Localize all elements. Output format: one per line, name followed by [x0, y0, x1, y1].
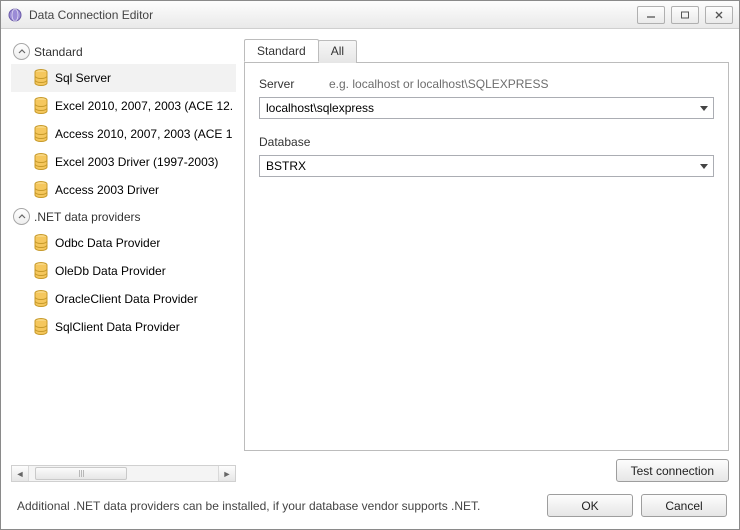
provider-tree-pane: Standard Sql Server Excel 2010, 2007, 20… — [11, 39, 236, 482]
database-input[interactable] — [260, 156, 695, 176]
test-connection-row: Test connection — [244, 459, 729, 482]
database-label-row: Database — [259, 135, 714, 149]
minimize-icon — [646, 11, 656, 19]
group-header-standard[interactable]: Standard — [11, 39, 236, 64]
cancel-button[interactable]: Cancel — [641, 494, 727, 517]
tree-item-label: OleDb Data Provider — [55, 264, 166, 278]
tree-item-sql-server[interactable]: Sql Server — [11, 64, 236, 92]
server-hint: e.g. localhost or localhost\SQLEXPRESS — [329, 77, 548, 91]
tree-item-access-2003[interactable]: Access 2003 Driver — [11, 176, 236, 204]
footer-buttons: OK Cancel — [547, 494, 727, 517]
database-dropdown-arrow[interactable] — [695, 156, 713, 176]
tree-item-oledb[interactable]: OleDb Data Provider — [11, 257, 236, 285]
button-label: Test connection — [631, 464, 714, 478]
dialog-window: Data Connection Editor — [0, 0, 740, 530]
close-button[interactable] — [705, 6, 733, 24]
tree-item-oracleclient[interactable]: OracleClient Data Provider — [11, 285, 236, 313]
maximize-icon — [680, 11, 690, 19]
tree-item-label: Odbc Data Provider — [55, 236, 160, 250]
collapse-icon[interactable] — [13, 208, 30, 225]
tree-item-label: Access 2010, 2007, 2003 (ACE 12.0 Driver… — [55, 127, 232, 141]
server-combo[interactable] — [259, 97, 714, 119]
tree-item-label: OracleClient Data Provider — [55, 292, 198, 306]
tree-item-excel-2003[interactable]: Excel 2003 Driver (1997-2003) — [11, 148, 236, 176]
scroll-right-arrow-icon[interactable]: ► — [218, 466, 235, 481]
close-icon — [714, 11, 724, 19]
group-label: .NET data providers — [34, 210, 141, 224]
database-label: Database — [259, 135, 319, 149]
title-bar: Data Connection Editor — [1, 1, 739, 29]
tab-standard[interactable]: Standard — [244, 39, 319, 62]
maximize-button[interactable] — [671, 6, 699, 24]
database-icon — [33, 181, 49, 199]
scroll-thumb[interactable] — [35, 467, 127, 480]
server-input[interactable] — [260, 98, 695, 118]
tab-label: Standard — [257, 44, 306, 58]
database-icon — [33, 290, 49, 308]
body-row: Standard Sql Server Excel 2010, 2007, 20… — [11, 39, 729, 482]
dialog-footer: Additional .NET data providers can be in… — [11, 490, 729, 519]
window-title: Data Connection Editor — [29, 8, 637, 22]
tree-item-label: SqlClient Data Provider — [55, 320, 180, 334]
collapse-icon[interactable] — [13, 43, 30, 60]
tree-item-label: Excel 2010, 2007, 2003 (ACE 12.0 Driver) — [55, 99, 232, 113]
server-label: Server — [259, 77, 319, 91]
database-icon — [33, 262, 49, 280]
database-icon — [33, 125, 49, 143]
database-icon — [33, 318, 49, 336]
button-label: OK — [581, 499, 598, 513]
database-icon — [33, 153, 49, 171]
window-buttons — [637, 6, 733, 24]
database-icon — [33, 69, 49, 87]
tree-item-excel-ace[interactable]: Excel 2010, 2007, 2003 (ACE 12.0 Driver) — [11, 92, 236, 120]
client-area: Standard Sql Server Excel 2010, 2007, 20… — [1, 29, 739, 529]
tab-panel-standard: Server e.g. localhost or localhost\SQLEX… — [244, 63, 729, 451]
group-header-net-providers[interactable]: .NET data providers — [11, 204, 236, 229]
tree-item-sqlclient[interactable]: SqlClient Data Provider — [11, 313, 236, 341]
connection-form-pane: Standard All Server e.g. localhost or lo… — [244, 39, 729, 482]
tree-item-label: Excel 2003 Driver (1997-2003) — [55, 155, 218, 169]
chevron-down-icon — [700, 164, 708, 169]
database-icon — [33, 234, 49, 252]
footer-text: Additional .NET data providers can be in… — [13, 499, 537, 513]
tab-all[interactable]: All — [318, 40, 357, 63]
database-combo[interactable] — [259, 155, 714, 177]
minimize-button[interactable] — [637, 6, 665, 24]
app-icon — [7, 7, 23, 23]
tree-h-scrollbar[interactable]: ◄ ► — [11, 465, 236, 482]
tree-item-label: Sql Server — [55, 71, 111, 85]
tab-label: All — [331, 44, 344, 58]
scroll-left-arrow-icon[interactable]: ◄ — [12, 466, 29, 481]
tree-item-access-ace[interactable]: Access 2010, 2007, 2003 (ACE 12.0 Driver… — [11, 120, 236, 148]
ok-button[interactable]: OK — [547, 494, 633, 517]
chevron-down-icon — [700, 106, 708, 111]
database-icon — [33, 97, 49, 115]
provider-tree[interactable]: Standard Sql Server Excel 2010, 2007, 20… — [11, 39, 236, 461]
scroll-track[interactable] — [29, 466, 218, 481]
group-label: Standard — [34, 45, 83, 59]
server-label-row: Server e.g. localhost or localhost\SQLEX… — [259, 77, 714, 91]
test-connection-button[interactable]: Test connection — [616, 459, 729, 482]
server-dropdown-arrow[interactable] — [695, 98, 713, 118]
tree-item-label: Access 2003 Driver — [55, 183, 159, 197]
button-label: Cancel — [665, 499, 702, 513]
form-tabs: Standard All — [244, 39, 729, 63]
tree-item-odbc[interactable]: Odbc Data Provider — [11, 229, 236, 257]
scroll-thumb-grip-icon — [79, 470, 84, 477]
